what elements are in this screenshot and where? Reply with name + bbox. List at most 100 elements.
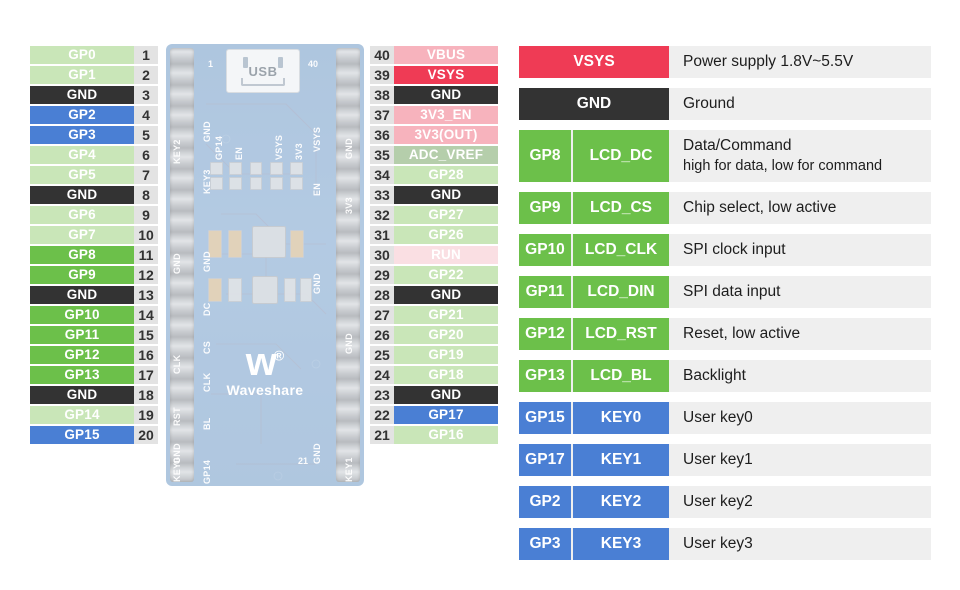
pin-label: GP26 <box>394 226 498 244</box>
pin-number: 4 <box>134 106 158 124</box>
small-chip <box>252 276 278 304</box>
legend-gpio-tag: GP13 <box>519 360 571 392</box>
legend-gpio-tag: GP3 <box>519 528 571 560</box>
legend-gpio-tag: GP9 <box>519 192 571 224</box>
pin-row: GP11 15 <box>30 326 158 344</box>
silk-gnd-r2: GND <box>312 443 322 464</box>
legend-function-tag: KEY3 <box>573 528 669 560</box>
usb-tab-right <box>278 57 283 68</box>
pin-number: 5 <box>134 126 158 144</box>
legend-description-line1: Data/Command <box>683 136 792 154</box>
resistor-pad <box>228 230 242 258</box>
pin-number: 31 <box>370 226 394 244</box>
legend-row: GP3 KEY3 User key3 <box>519 528 931 560</box>
right-header-pins <box>336 48 360 482</box>
pin-label: 3V3_EN <box>394 106 498 124</box>
pin-row: GND 8 <box>30 186 158 204</box>
pin-row: 24 GP18 <box>370 366 498 384</box>
legend-function-tag: LCD_DC <box>573 130 669 182</box>
pin-label: GP14 <box>30 406 134 424</box>
legend-gpio-tag: GP8 <box>519 130 571 182</box>
pin-row: GP0 1 <box>30 46 158 64</box>
pin-row: GP7 10 <box>30 226 158 244</box>
legend-description: User key2 <box>669 486 931 518</box>
pin-label: GP11 <box>30 326 134 344</box>
pin-label: GP0 <box>30 46 134 64</box>
pin-row: 27 GP21 <box>370 306 498 324</box>
pin-label: GND <box>30 386 134 404</box>
legend-gpio-tag: GP2 <box>519 486 571 518</box>
pin-row: GP8 11 <box>30 246 158 264</box>
pin-number: 26 <box>370 326 394 344</box>
pin-label: VBUS <box>394 46 498 64</box>
silk-pin21: 21 <box>298 456 309 466</box>
pin-label: GP4 <box>30 146 134 164</box>
resistor-pad <box>290 230 304 258</box>
legend-description-line1: Backlight <box>683 366 746 384</box>
pin-number: 29 <box>370 266 394 284</box>
pin-row: 26 GP20 <box>370 326 498 344</box>
capacitor-pad <box>300 278 312 302</box>
test-pad <box>270 162 283 175</box>
silk-en: EN <box>312 182 322 196</box>
legend-function-tag: KEY0 <box>573 402 669 434</box>
pin-label: RUN <box>394 246 498 264</box>
pin-number: 1 <box>134 46 158 64</box>
pin-row: 25 GP19 <box>370 346 498 364</box>
silk-dc: DC <box>202 302 212 316</box>
pin-label: GP6 <box>30 206 134 224</box>
regulator-chip <box>252 226 286 258</box>
registered-icon: ® <box>273 347 285 364</box>
legend-function-tag: LCD_RST <box>573 318 669 350</box>
legend-function-tag: LCD_BL <box>573 360 669 392</box>
pin-number: 38 <box>370 86 394 104</box>
legend-description: Power supply 1.8V~5.5V <box>669 46 931 78</box>
pin-label: GP8 <box>30 246 134 264</box>
pin-row: GP1 2 <box>30 66 158 84</box>
test-pad <box>229 177 242 190</box>
silk-gnd-3: GND <box>172 443 182 464</box>
pin-number: 9 <box>134 206 158 224</box>
test-pad <box>250 162 262 175</box>
legend-description-line1: SPI data input <box>683 282 781 300</box>
pin-number: 22 <box>370 406 394 424</box>
legend-row: GP2 KEY2 User key2 <box>519 486 931 518</box>
legend-function-tag: LCD_CS <box>573 192 669 224</box>
test-pad <box>270 177 283 190</box>
pin-number: 6 <box>134 146 158 164</box>
pin-number: 36 <box>370 126 394 144</box>
pin-label: GND <box>394 86 498 104</box>
legend-gpio-tag: GP17 <box>519 444 571 476</box>
legend-description: Backlight <box>669 360 931 392</box>
pin-number: 39 <box>370 66 394 84</box>
pin-label: VSYS <box>394 66 498 84</box>
pin-row: 31 GP26 <box>370 226 498 244</box>
pin-row: GP4 6 <box>30 146 158 164</box>
pin-row: 33 GND <box>370 186 498 204</box>
silk-gnd-2: GND <box>202 251 212 272</box>
pin-row: 39 VSYS <box>370 66 498 84</box>
pin-label: GP18 <box>394 366 498 384</box>
pin-number: 17 <box>134 366 158 384</box>
pin-row: 36 3V3(OUT) <box>370 126 498 144</box>
logo-glyph: w <box>245 340 277 384</box>
silk-pad-3v3: 3V3 <box>294 143 304 160</box>
pin-number: 12 <box>134 266 158 284</box>
pin-row: 35 ADC_VREF <box>370 146 498 164</box>
pin-number: 28 <box>370 286 394 304</box>
pin-number: 3 <box>134 86 158 104</box>
silk-rst: RST <box>172 407 182 426</box>
legend-description-line2: high for data, low for command <box>683 157 883 174</box>
silk-pin40: 40 <box>308 59 319 69</box>
pin-number: 13 <box>134 286 158 304</box>
legend-description: SPI clock input <box>669 234 931 266</box>
pin-row: GP10 14 <box>30 306 158 324</box>
pin-row: 22 GP17 <box>370 406 498 424</box>
silk-gnd-r1: GND <box>312 273 322 294</box>
legend-description-line1: Chip select, low active <box>683 198 837 216</box>
legend-row: GP17 KEY1 User key1 <box>519 444 931 476</box>
legend-description: Reset, low active <box>669 318 931 350</box>
legend-function-tag: LCD_DIN <box>573 276 669 308</box>
legend-description: Data/Command high for data, low for comma… <box>669 130 931 182</box>
pin-number: 2 <box>134 66 158 84</box>
